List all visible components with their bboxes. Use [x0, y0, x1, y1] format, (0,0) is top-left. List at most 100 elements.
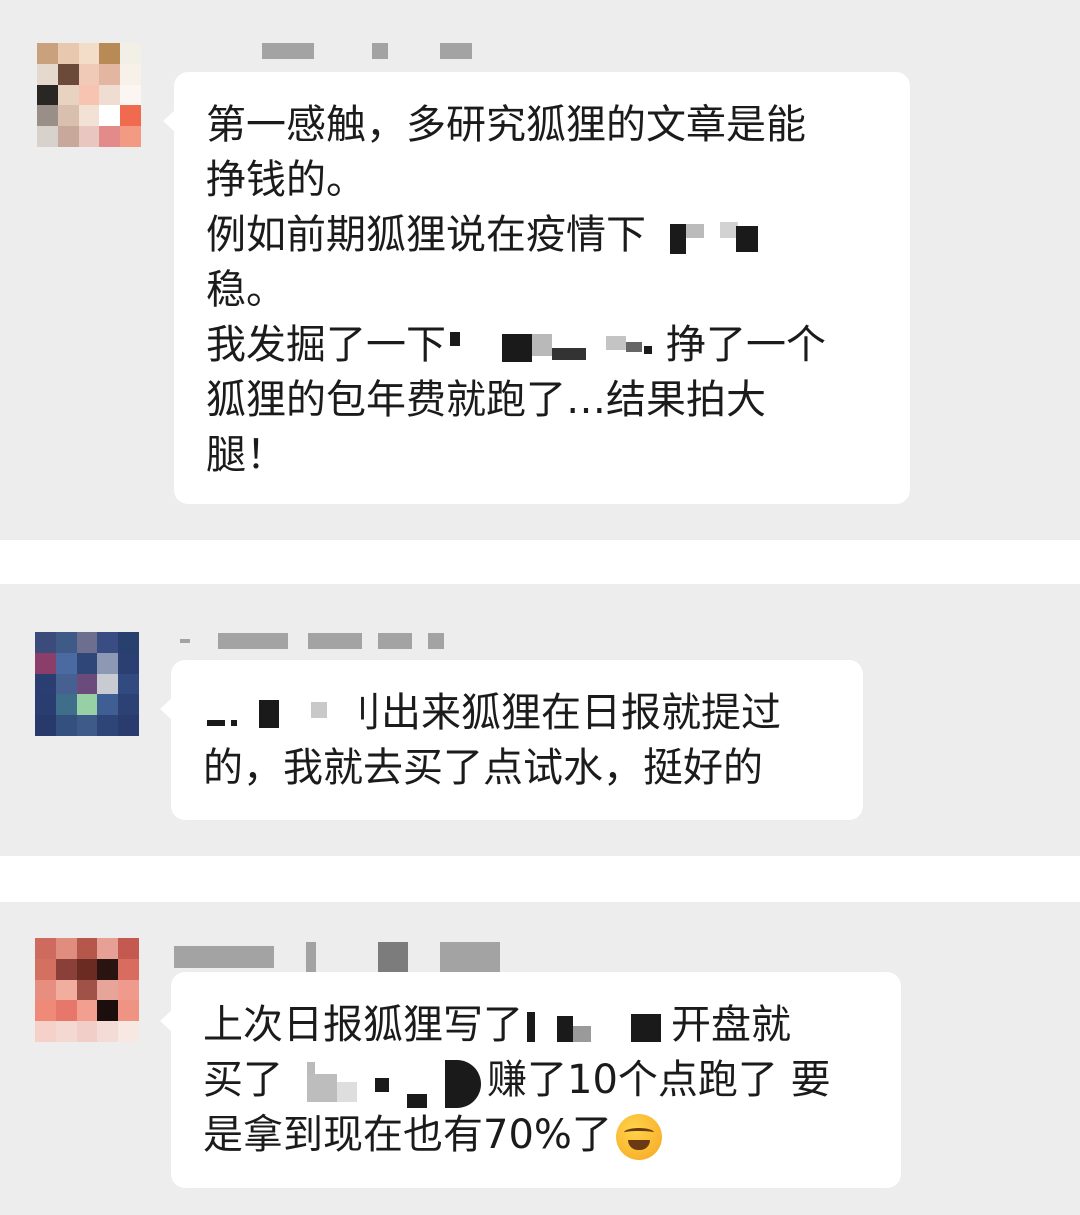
- message-bubble[interactable]: 上次日报狐狸写了 开盘就 买了 赚了10个点跑了 要 是拿到现在也有70%了: [160, 972, 901, 1188]
- avatar-pixel: [55, 1021, 77, 1042]
- message-text-fragment: 赚了10个点跑了 要: [487, 1057, 831, 1103]
- avatar[interactable]: [35, 938, 139, 1042]
- avatar-pixel: [118, 938, 139, 959]
- redacted-mosaic: [207, 700, 337, 730]
- avatar-pixel: [76, 673, 98, 695]
- avatar[interactable]: [35, 632, 139, 736]
- avatar-pixel: [76, 694, 98, 716]
- message-text-line: 我发掘了一下 挣了一个: [206, 318, 882, 373]
- avatar-pixel: [120, 84, 141, 106]
- chat-message-panel-2: 刂出来狐狸在日报就提过 的，我就去买了点试水，挺好的: [0, 584, 1080, 856]
- redacted-mosaic: [450, 332, 662, 362]
- avatar-pixel: [118, 979, 139, 1001]
- avatar-pixel: [78, 84, 100, 106]
- avatar-pixel: [120, 105, 141, 127]
- message-text-line: 是拿到现在也有70%了: [203, 1108, 873, 1163]
- avatar-pixel: [97, 979, 119, 1001]
- avatar-pixel: [99, 84, 121, 106]
- avatar-pixel: [76, 1000, 98, 1022]
- message-text-line: 腿！: [206, 432, 286, 478]
- message-text-fragment: 上次日报狐狸写了: [203, 1002, 523, 1048]
- avatar-pixel: [37, 84, 58, 106]
- avatar-pixel: [55, 652, 77, 674]
- avatar[interactable]: [37, 43, 141, 147]
- avatar-pixel: [78, 63, 100, 85]
- avatar-pixel: [55, 938, 77, 959]
- avatar-pixel: [99, 43, 121, 64]
- avatar-pixel: [35, 958, 56, 980]
- avatar-pixel: [97, 673, 119, 695]
- avatar-pixel: [99, 63, 121, 85]
- avatar-pixel: [118, 632, 139, 653]
- avatar-pixel: [120, 126, 141, 147]
- avatar-pixel: [55, 632, 77, 653]
- avatar-pixel: [37, 105, 58, 127]
- message-text-line: 刂出来狐狸在日报就提过: [203, 686, 835, 741]
- avatar-pixel: [118, 694, 139, 716]
- avatar-pixel: [76, 958, 98, 980]
- avatar-pixel: [57, 126, 79, 147]
- chat-message-panel-1: 第一感触，多研究狐狸的文章是能 挣钱的。 例如前期狐狸说在疫情下 稳。 我发掘了…: [0, 0, 1080, 540]
- message-text-fragment: 买了: [203, 1057, 283, 1103]
- avatar-pixel: [78, 43, 100, 64]
- message-text-line: 狐狸的包年费就跑了…结果拍大: [206, 377, 766, 423]
- sender-name-redacted: [174, 942, 500, 972]
- avatar-pixel: [35, 694, 56, 716]
- avatar-pixel: [55, 1000, 77, 1022]
- message-bubble[interactable]: 刂出来狐狸在日报就提过 的，我就去买了点试水，挺好的: [160, 660, 863, 820]
- avatar-pixel: [97, 715, 119, 736]
- avatar-pixel: [35, 979, 56, 1001]
- message-text-line: 的，我就去买了点试水，挺好的: [203, 745, 763, 791]
- avatar-pixel: [118, 958, 139, 980]
- avatar-pixel: [99, 126, 121, 147]
- avatar-pixel: [35, 938, 56, 959]
- avatar-pixel: [37, 63, 58, 85]
- message-text-line: 稳。: [206, 267, 286, 313]
- avatar-pixel: [57, 84, 79, 106]
- avatar-pixel: [76, 715, 98, 736]
- avatar-pixel: [35, 652, 56, 674]
- avatar-pixel: [118, 1021, 139, 1042]
- avatar-pixel: [57, 105, 79, 127]
- sender-name-redacted: [180, 631, 444, 651]
- avatar-pixel: [35, 673, 56, 695]
- message-bubble[interactable]: 第一感触，多研究狐狸的文章是能 挣钱的。 例如前期狐狸说在疫情下 稳。 我发掘了…: [163, 72, 910, 504]
- avatar-pixel: [118, 673, 139, 695]
- avatar-pixel: [35, 1021, 56, 1042]
- redacted-mosaic: [527, 1012, 667, 1042]
- avatar-pixel: [76, 652, 98, 674]
- redacted-mosaic: [287, 1060, 483, 1108]
- avatar-pixel: [55, 715, 77, 736]
- avatar-pixel: [97, 632, 119, 653]
- avatar-pixel: [35, 1000, 56, 1022]
- avatar-pixel: [97, 1021, 119, 1042]
- avatar-pixel: [97, 938, 119, 959]
- message-text-line: 挣钱的。: [206, 157, 366, 203]
- avatar-pixel: [120, 63, 141, 85]
- message-text-line: 例如前期狐狸说在疫情下: [206, 208, 882, 263]
- avatar-pixel: [55, 958, 77, 980]
- message-text-fragment: 是拿到现在也有70%了: [203, 1112, 612, 1158]
- avatar-pixel: [37, 43, 58, 64]
- avatar-pixel: [37, 126, 58, 147]
- avatar-pixel: [78, 105, 100, 127]
- message-text-fragment: 我发掘了一下: [206, 322, 446, 368]
- message-text-line: 买了 赚了10个点跑了 要: [203, 1053, 873, 1108]
- sender-name-redacted: [262, 41, 472, 61]
- avatar-pixel: [78, 126, 100, 147]
- avatar-pixel: [118, 1000, 139, 1022]
- avatar-pixel: [57, 43, 79, 64]
- avatar-pixel: [55, 673, 77, 695]
- avatar-pixel: [118, 715, 139, 736]
- message-text-line: 上次日报狐狸写了 开盘就: [203, 998, 873, 1053]
- avatar-pixel: [97, 1000, 119, 1022]
- avatar-pixel: [120, 43, 141, 64]
- avatar-pixel: [76, 938, 98, 959]
- message-text-fragment: 刂出来狐狸在日报就提过: [341, 690, 781, 736]
- message-text-fragment: 开盘就: [671, 1002, 791, 1048]
- message-text-fragment: 挣了一个: [666, 322, 826, 368]
- avatar-pixel: [55, 979, 77, 1001]
- avatar-pixel: [118, 652, 139, 674]
- avatar-pixel: [35, 715, 56, 736]
- redacted-mosaic: [650, 222, 760, 254]
